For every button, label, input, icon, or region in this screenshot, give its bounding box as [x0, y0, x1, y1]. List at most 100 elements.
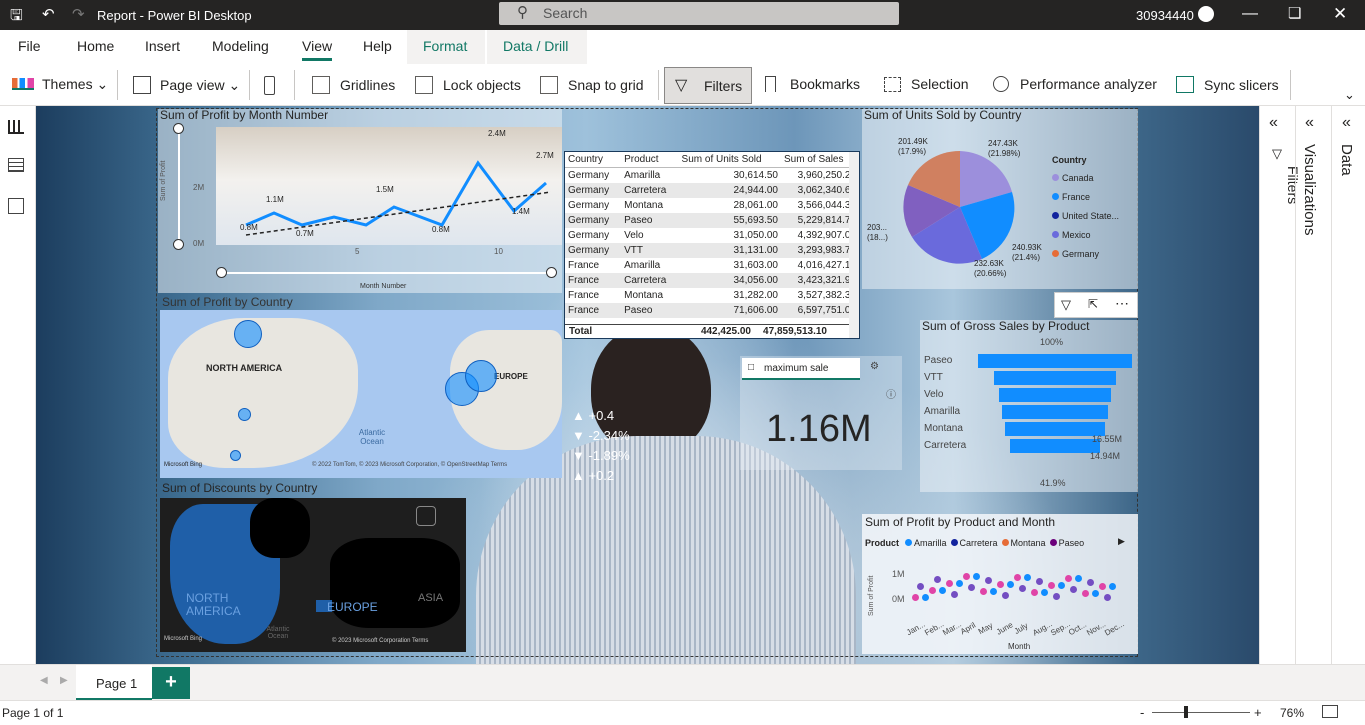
- page-view-button[interactable]: Page view ⌄: [133, 76, 240, 94]
- funnel-bar[interactable]: [999, 388, 1111, 402]
- zoom-level[interactable]: 76%: [1280, 706, 1304, 720]
- user-name[interactable]: 30934440: [1136, 8, 1194, 23]
- dot-mark[interactable]: [1109, 583, 1116, 590]
- report-canvas[interactable]: ▲ +0.4 ▼ -2.34% ▼ -1.89% ▲ +0.2 Sum of Prof…: [36, 106, 1259, 664]
- funnel-bar[interactable]: [1005, 422, 1105, 436]
- column-header[interactable]: Country: [565, 152, 622, 168]
- filter-icon[interactable]: ▽: [1061, 297, 1071, 313]
- settings-icon[interactable]: ⚙: [870, 361, 879, 372]
- map-bubble[interactable]: [238, 408, 251, 421]
- legend-item[interactable]: Carretera: [950, 538, 998, 548]
- slider-handle[interactable]: [173, 123, 184, 134]
- table-row[interactable]: Germany VTT 31,131.00 3,293,983.77: [565, 243, 859, 258]
- qa-input[interactable]: □ maximum sale: [742, 358, 860, 380]
- dot-mark[interactable]: [1082, 590, 1089, 597]
- funnel-bar[interactable]: [994, 371, 1116, 385]
- data-pane-collapsed[interactable]: « Data: [1331, 106, 1365, 664]
- ribbon-collapse-icon[interactable]: ⌄: [1344, 87, 1355, 103]
- zoom-out-button[interactable]: -: [1140, 705, 1144, 720]
- dot-mark[interactable]: [917, 583, 924, 590]
- mobile-layout-button[interactable]: [264, 76, 275, 95]
- dot-mark[interactable]: [956, 580, 963, 587]
- dot-mark[interactable]: [1014, 574, 1021, 581]
- table-row[interactable]: France Amarilla 31,603.00 4,016,427.13: [565, 258, 859, 273]
- focus-mode-icon[interactable]: ⇱: [1088, 297, 1098, 311]
- funnel-bar[interactable]: [978, 354, 1132, 368]
- dot-mark[interactable]: [1019, 585, 1026, 592]
- menu-file[interactable]: File: [18, 38, 41, 54]
- map[interactable]: NORTH AMERICA EUROPE Atlantic Ocean Micr…: [160, 310, 562, 478]
- info-icon[interactable]: ⓘ: [886, 386, 896, 401]
- dot-mark[interactable]: [1002, 592, 1009, 599]
- menu-modeling[interactable]: Modeling: [212, 38, 269, 54]
- menu-format[interactable]: Format: [407, 30, 485, 64]
- column-header[interactable]: Product: [621, 152, 679, 168]
- funnel-bar[interactable]: [1010, 439, 1100, 453]
- prev-page-icon[interactable]: ◀: [40, 675, 48, 686]
- legend-item[interactable]: Germany: [1052, 245, 1119, 264]
- gridlines-checkbox[interactable]: Gridlines: [312, 76, 395, 94]
- legend-item[interactable]: Mexico: [1052, 226, 1119, 245]
- legend-item[interactable]: Montana: [1001, 538, 1046, 548]
- table-scrollbar[interactable]: [849, 152, 859, 338]
- dot-mark[interactable]: [1099, 583, 1106, 590]
- menu-home[interactable]: Home: [77, 38, 114, 54]
- map-bubble[interactable]: [465, 360, 497, 392]
- legend-item[interactable]: France: [1052, 188, 1119, 207]
- zoom-in-button[interactable]: +: [1254, 705, 1262, 720]
- redo-icon[interactable]: ↷: [72, 5, 85, 23]
- legend-item[interactable]: Paseo: [1049, 538, 1084, 548]
- discounts-by-country-visual[interactable]: Sum of Discounts by Country NORTH AMERIC…: [160, 481, 466, 652]
- dot-mark[interactable]: [912, 594, 919, 601]
- dot-mark[interactable]: [968, 584, 975, 591]
- table-row[interactable]: France Carretera 34,056.00 3,423,321.90: [565, 273, 859, 288]
- menu-help[interactable]: Help: [363, 38, 392, 54]
- table-row[interactable]: Germany Amarilla 30,614.50 3,960,250.26: [565, 168, 859, 184]
- zoom-slider-thumb[interactable]: [1184, 706, 1188, 718]
- report-view-icon[interactable]: [8, 120, 24, 134]
- dot-mark[interactable]: [1024, 574, 1031, 581]
- filters-toggle-button[interactable]: ▽ Filters: [664, 67, 752, 104]
- funnel-bar[interactable]: [1002, 405, 1108, 419]
- dot-mark[interactable]: [980, 588, 987, 595]
- dot-mark[interactable]: [1070, 586, 1077, 593]
- profit-by-product-month-visual[interactable]: Sum of Profit by Product and Month Produ…: [862, 514, 1138, 654]
- selection-button[interactable]: Selection: [884, 76, 969, 92]
- dot-mark[interactable]: [963, 573, 970, 580]
- dot-mark[interactable]: [1075, 575, 1082, 582]
- undo-icon[interactable]: ↶: [42, 5, 55, 23]
- slider-handle[interactable]: [216, 267, 227, 278]
- page-tab-page1[interactable]: Page 1: [76, 665, 152, 701]
- x-range-slider[interactable]: [220, 272, 550, 274]
- bookmarks-button[interactable]: Bookmarks: [765, 76, 860, 92]
- next-page-icon[interactable]: ▶: [60, 675, 68, 686]
- legend-item[interactable]: United State...: [1052, 207, 1119, 226]
- filters-pane-collapsed[interactable]: « ▽ Filters: [1259, 106, 1301, 664]
- avatar[interactable]: [1198, 6, 1214, 22]
- table-view-icon[interactable]: [8, 158, 24, 172]
- menu-view[interactable]: View: [302, 38, 333, 61]
- table-row[interactable]: France Montana 31,282.00 3,527,382.37: [565, 288, 859, 303]
- table-row[interactable]: France Paseo 71,606.00 6,597,751.06: [565, 303, 859, 318]
- fit-to-page-icon[interactable]: [1322, 705, 1338, 718]
- snap-to-grid-checkbox[interactable]: Snap to grid: [540, 76, 644, 94]
- performance-analyzer-button[interactable]: Performance analyzer: [993, 76, 1157, 92]
- table-row[interactable]: Germany Paseo 55,693.50 5,229,814.74: [565, 213, 859, 228]
- dot-mark[interactable]: [934, 576, 941, 583]
- dot-mark[interactable]: [1087, 579, 1094, 586]
- profit-by-country-visual[interactable]: Sum of Profit by Country NORTH AMERICA E…: [160, 295, 562, 478]
- close-icon[interactable]: ✕: [1333, 4, 1347, 24]
- dot-mark[interactable]: [1041, 589, 1048, 596]
- dot-mark[interactable]: [922, 594, 929, 601]
- sync-slicers-button[interactable]: Sync slicers: [1176, 76, 1279, 93]
- add-page-button[interactable]: +: [152, 667, 190, 699]
- expand-icon[interactable]: «: [1342, 114, 1351, 132]
- more-options-icon[interactable]: ⋯: [1115, 295, 1129, 312]
- gross-sales-funnel-visual[interactable]: Sum of Gross Sales by Product 100% Paseo…: [920, 319, 1138, 492]
- column-header[interactable]: Sum of Units Sold: [678, 152, 781, 168]
- menu-data-drill[interactable]: Data / Drill: [487, 30, 587, 64]
- dot-mark[interactable]: [1007, 581, 1014, 588]
- save-icon[interactable]: 🖫: [10, 5, 23, 30]
- dot-mark[interactable]: [1058, 582, 1065, 589]
- column-header[interactable]: Sum of Sales: [781, 152, 859, 168]
